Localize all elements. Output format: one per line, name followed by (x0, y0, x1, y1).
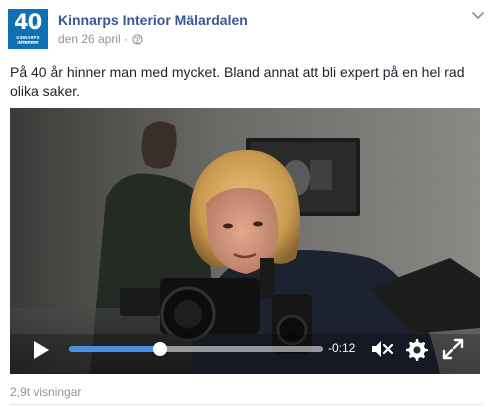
avatar-brand-sub: Mälardalen (19, 40, 37, 44)
post-date[interactable]: den 26 april (58, 32, 121, 46)
globe-icon (132, 33, 143, 45)
page-avatar[interactable]: 40 år KINNARPS INTERIOR Mälardalen (8, 9, 48, 49)
post-text: På 40 år hinner man med mycket. Bland an… (10, 64, 465, 99)
video-progress-fill (69, 346, 161, 352)
footer-divider (10, 404, 483, 405)
play-icon[interactable] (32, 340, 50, 360)
view-count: 2,9t visningar (10, 385, 82, 399)
post-header: 40 år KINNARPS INTERIOR Mälardalen Kinna… (8, 9, 485, 49)
page-name-link[interactable]: Kinnarps Interior Mälardalen (58, 12, 248, 28)
time-remaining: -0:12 (328, 341, 356, 355)
facebook-post: 40 år KINNARPS INTERIOR Mälardalen Kinna… (0, 0, 493, 407)
post-meta: den 26 april · (58, 32, 143, 46)
chevron-down-icon[interactable] (471, 11, 485, 21)
volume-muted-icon[interactable] (370, 338, 396, 360)
fullscreen-icon[interactable] (442, 338, 464, 360)
video-player[interactable]: -0:12 (10, 108, 480, 374)
avatar-number-suffix: år (34, 25, 39, 31)
gear-icon[interactable] (404, 337, 428, 361)
video-frame (10, 108, 480, 374)
meta-separator: · (123, 32, 128, 46)
video-progress-bar[interactable] (69, 342, 323, 356)
